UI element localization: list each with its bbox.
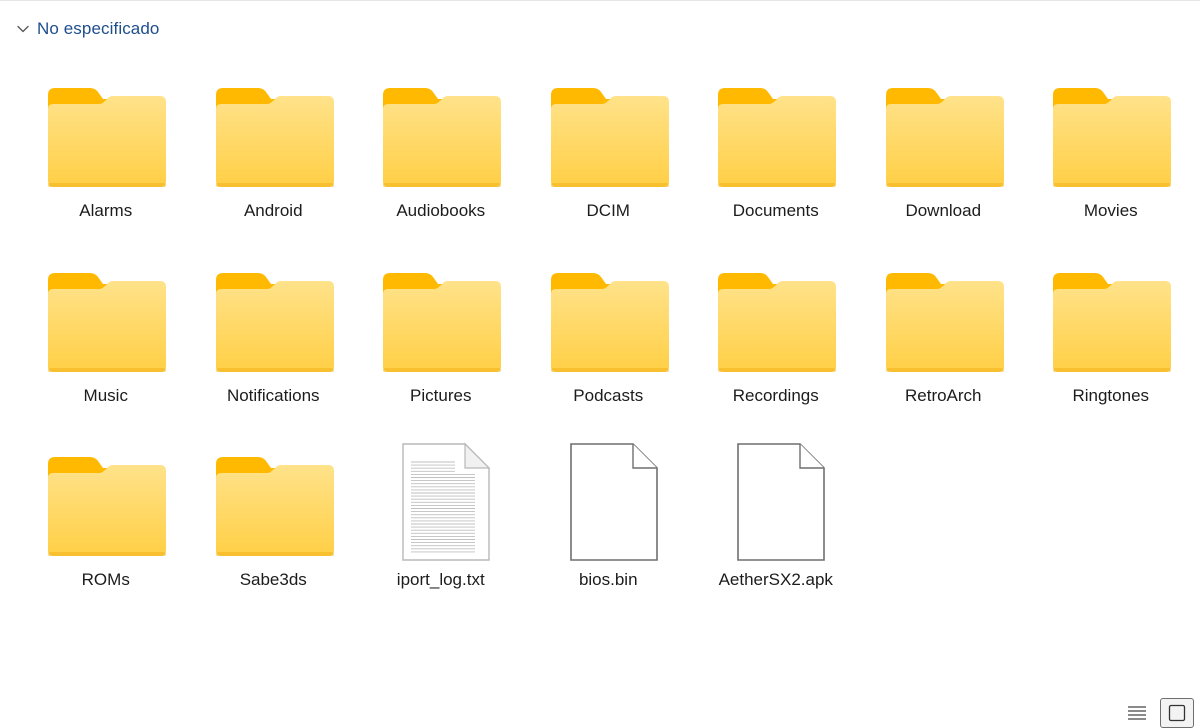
folder-icon <box>885 272 1004 372</box>
item-name: Download <box>905 201 982 220</box>
folder-icon <box>383 88 501 187</box>
file-icon <box>569 443 658 561</box>
chevron-down-icon[interactable] <box>14 20 32 38</box>
folder-item[interactable]: Recordings <box>692 238 860 423</box>
details-view-button[interactable] <box>1120 698 1154 728</box>
folder-item[interactable]: Android <box>190 53 358 238</box>
folder-icon <box>48 272 166 372</box>
file-item[interactable]: iport_log.txt <box>357 422 525 607</box>
item-name: Notifications <box>226 385 320 405</box>
folder-icon <box>550 88 669 187</box>
folder-item[interactable]: Pictures <box>357 238 525 423</box>
group-label[interactable]: No especificado <box>37 19 159 39</box>
item-name: RetroArch <box>904 385 982 405</box>
folder-icon <box>215 457 334 556</box>
folder-item[interactable]: Sabe3ds <box>190 422 358 607</box>
file-explorer-content: No especificado Alarms Android Audiobook… <box>0 0 1200 728</box>
folder-item[interactable]: Download <box>860 53 1028 238</box>
folder-item[interactable]: Audiobooks <box>357 53 525 238</box>
folder-item[interactable]: DCIM <box>525 53 693 238</box>
items-grid: Alarms Android Audiobooks DCIM Documents… <box>22 53 1195 607</box>
item-name: bios.bin <box>578 570 638 589</box>
view-toggles <box>1120 698 1194 728</box>
folder-item[interactable]: Ringtones <box>1027 238 1195 423</box>
folder-icon <box>718 272 836 372</box>
item-name: Podcasts <box>573 385 644 405</box>
large-icons-view-icon <box>1168 704 1186 722</box>
item-name: AetherSX2.apk <box>718 570 833 589</box>
item-name: Music <box>83 385 128 405</box>
folder-item[interactable]: Documents <box>692 53 860 238</box>
folder-icon <box>885 88 1004 187</box>
item-name: Pictures <box>410 385 472 405</box>
item-name: iport_log.txt <box>396 570 485 589</box>
folder-item[interactable]: Movies <box>1027 53 1195 238</box>
folder-item[interactable]: Podcasts <box>525 238 693 423</box>
item-name: Android <box>243 201 303 220</box>
folder-icon <box>215 272 334 372</box>
folder-icon <box>1053 88 1171 187</box>
folder-icon <box>1053 272 1171 372</box>
item-name: Alarms <box>79 201 133 220</box>
group-header[interactable]: No especificado <box>14 17 159 41</box>
folder-icon <box>48 457 166 556</box>
folder-item[interactable]: Alarms <box>22 53 190 238</box>
details-view-icon <box>1128 706 1146 720</box>
item-name: Ringtones <box>1072 385 1150 405</box>
item-name: Audiobooks <box>396 201 486 220</box>
folder-icon <box>550 272 669 372</box>
item-name: Movies <box>1083 201 1138 220</box>
item-name: Documents <box>732 201 819 220</box>
item-name: DCIM <box>586 201 630 220</box>
file-item[interactable]: AetherSX2.apk <box>692 422 860 607</box>
folder-item[interactable]: Notifications <box>190 238 358 423</box>
folder-icon <box>215 88 334 187</box>
item-name: Recordings <box>732 385 819 405</box>
folder-item[interactable]: ROMs <box>22 422 190 607</box>
large-icons-view-button[interactable] <box>1160 698 1194 728</box>
text-file-icon <box>402 442 491 561</box>
folder-icon <box>48 88 166 187</box>
file-item[interactable]: bios.bin <box>525 422 693 607</box>
folder-icon <box>718 88 836 187</box>
file-icon <box>737 443 825 561</box>
item-name: ROMs <box>81 570 130 589</box>
folder-item[interactable]: RetroArch <box>860 238 1028 423</box>
item-name: Sabe3ds <box>239 570 307 589</box>
folder-icon <box>383 272 501 372</box>
folder-item[interactable]: Music <box>22 238 190 423</box>
